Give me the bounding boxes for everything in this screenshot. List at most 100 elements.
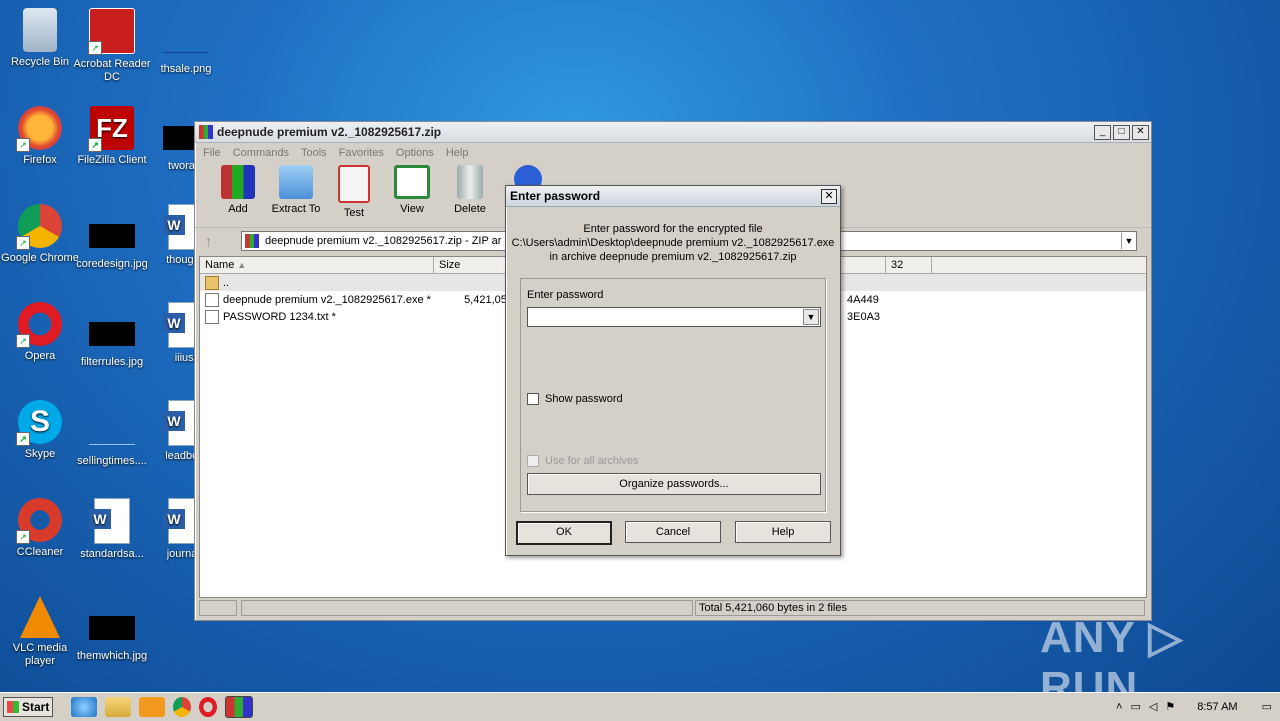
image-thumbnail: [163, 28, 209, 53]
desktop-icon-label: Acrobat Reader DC: [73, 58, 151, 83]
chevron-down-icon[interactable]: ▼: [803, 309, 819, 325]
folder-icon: [279, 165, 313, 199]
shortcut-arrow-icon: ↗: [88, 138, 102, 152]
menu-commands[interactable]: Commands: [233, 147, 289, 159]
view-button[interactable]: View: [383, 163, 441, 215]
add-label: Add: [228, 203, 248, 215]
chrome-taskbar-icon[interactable]: [173, 697, 191, 717]
menu-options[interactable]: Options: [396, 147, 434, 159]
desktop-icon-recycle-bin[interactable]: Recycle Bin: [0, 8, 80, 69]
desktop-icon-coredesign[interactable]: coredesign.jpg: [72, 214, 152, 271]
desktop-icon-filterrules[interactable]: filterrules.jpg: [72, 312, 152, 369]
dialog-title: Enter password: [510, 189, 601, 203]
close-button[interactable]: ✕: [1132, 124, 1149, 140]
desktop-icon-acrobat[interactable]: ↗ Acrobat Reader DC: [72, 8, 152, 84]
up-arrow-icon[interactable]: ↑: [205, 233, 225, 249]
column-name[interactable]: Name ▲: [200, 257, 434, 273]
tray-chevron-up-icon[interactable]: ˄: [1116, 701, 1122, 713]
recycle-bin-icon: [23, 8, 57, 52]
desktop-icon-label: standardsa...: [80, 548, 144, 560]
checkbox-box: [527, 393, 539, 405]
delete-button[interactable]: Delete: [441, 163, 499, 215]
shortcut-arrow-icon: ↗: [16, 236, 30, 250]
volume-icon[interactable]: ◁: [1149, 700, 1157, 713]
view-label: View: [400, 203, 424, 215]
column-size-label: Size: [439, 259, 461, 271]
desktop-icon-label: coredesign.jpg: [76, 258, 148, 270]
add-button[interactable]: Add: [209, 163, 267, 215]
network-icon[interactable]: ▭: [1130, 700, 1140, 713]
dialog-titlebar[interactable]: Enter password ✕: [506, 186, 840, 207]
window-titlebar[interactable]: deepnude premium v2._1082925617.zip _ □ …: [195, 122, 1151, 143]
desktop-icon-skype[interactable]: S ↗ Skype: [0, 400, 80, 461]
password-input[interactable]: ▼: [527, 307, 821, 327]
desktop-icon-vlc[interactable]: VLC media player: [0, 596, 80, 668]
menu-favorites[interactable]: Favorites: [339, 147, 384, 159]
delete-label: Delete: [454, 203, 486, 215]
file-crc: 4A449: [847, 293, 879, 306]
use-for-all-label: Use for all archives: [545, 455, 639, 467]
desktop-icon-label: CCleaner: [16, 546, 64, 558]
extract-to-label: Extract To: [271, 203, 321, 215]
help-button[interactable]: Help: [735, 521, 831, 543]
desktop-icon-label: VLC media player: [12, 642, 68, 667]
media-player-taskbar-icon[interactable]: [139, 697, 165, 717]
extract-to-button[interactable]: Extract To: [267, 163, 325, 215]
cancel-button[interactable]: Cancel: [625, 521, 721, 543]
ok-button[interactable]: OK: [516, 521, 612, 545]
checkbox-box: [527, 455, 539, 467]
maximize-button[interactable]: □: [1113, 124, 1130, 140]
flag-icon[interactable]: ⚑: [1165, 700, 1175, 713]
system-tray: ˄ ▭ ◁ ⚑ 8:57 AM ▭: [1116, 693, 1280, 720]
desktop-icon-sellingtimes[interactable]: sellingtimes....: [72, 410, 152, 468]
image-thumbnail: [89, 616, 135, 640]
ie-taskbar-icon[interactable]: [71, 697, 97, 717]
dialog-message-line1: Enter password for the encrypted file: [583, 223, 763, 235]
winrar-taskbar-icon[interactable]: [225, 696, 253, 718]
password-label: Enter password: [527, 289, 604, 301]
opera-icon: ↗: [16, 302, 62, 348]
desktop-icon-label: filterrules.jpg: [80, 356, 144, 368]
explorer-taskbar-icon[interactable]: [105, 697, 131, 717]
desktop-icon-opera[interactable]: ↗ Opera: [0, 302, 80, 363]
desktop-icon-chrome[interactable]: ↗ Google Chrome: [0, 204, 80, 265]
skype-icon: S ↗: [16, 400, 62, 446]
dialog-close-button[interactable]: ✕: [821, 188, 837, 204]
file-name: deepnude premium v2._1082925617.exe *: [223, 293, 431, 306]
desktop-icon-thsale[interactable]: thsale.png: [146, 18, 226, 76]
desktop-icon-firefox[interactable]: ↗ Firefox: [0, 106, 80, 167]
show-password-label: Show password: [545, 393, 623, 405]
opera-taskbar-icon[interactable]: [199, 697, 217, 717]
show-desktop-icon[interactable]: ▭: [1262, 700, 1272, 713]
organize-passwords-button[interactable]: Organize passwords...: [527, 473, 821, 495]
clipboard-icon: [338, 165, 370, 203]
ccleaner-icon: ↗: [16, 498, 62, 544]
menu-file[interactable]: File: [203, 147, 221, 159]
desktop-icon-standardsa[interactable]: standardsa...: [72, 498, 152, 561]
file-name: ..: [223, 276, 230, 289]
chrome-icon: ↗: [16, 204, 62, 250]
dialog-message-line2: C:\Users\admin\Desktop\deepnude premium …: [511, 237, 835, 249]
desktop-icon-filezilla[interactable]: FZ ↗ FileZilla Client: [72, 106, 152, 167]
chevron-down-icon[interactable]: ▼: [1121, 233, 1136, 249]
clock[interactable]: 8:57 AM: [1197, 701, 1237, 713]
desktop-icon-label: themwhich.jpg: [76, 650, 148, 662]
file-name: PASSWORD 1234.txt *: [223, 310, 336, 323]
drive-key-icon[interactable]: [199, 600, 237, 616]
start-button[interactable]: Start: [3, 697, 53, 717]
window-title: deepnude premium v2._1082925617.zip: [217, 125, 442, 139]
desktop-icon-themwhich[interactable]: themwhich.jpg: [72, 606, 152, 663]
menu-help[interactable]: Help: [446, 147, 469, 159]
trash-icon: [457, 165, 483, 199]
image-thumbnail: [89, 224, 135, 248]
desktop-icon-ccleaner[interactable]: ↗ CCleaner: [0, 498, 80, 559]
menu-tools[interactable]: Tools: [301, 147, 327, 159]
minimize-button[interactable]: _: [1094, 124, 1111, 140]
desktop-icon-label: Opera: [24, 350, 56, 362]
show-password-checkbox[interactable]: Show password: [527, 393, 623, 405]
shortcut-arrow-icon: ↗: [88, 41, 102, 55]
desktop-icon-label: Recycle Bin: [10, 56, 70, 68]
column-crc[interactable]: 32: [886, 257, 932, 273]
test-button[interactable]: Test: [325, 163, 383, 219]
shortcut-arrow-icon: ↗: [16, 334, 30, 348]
